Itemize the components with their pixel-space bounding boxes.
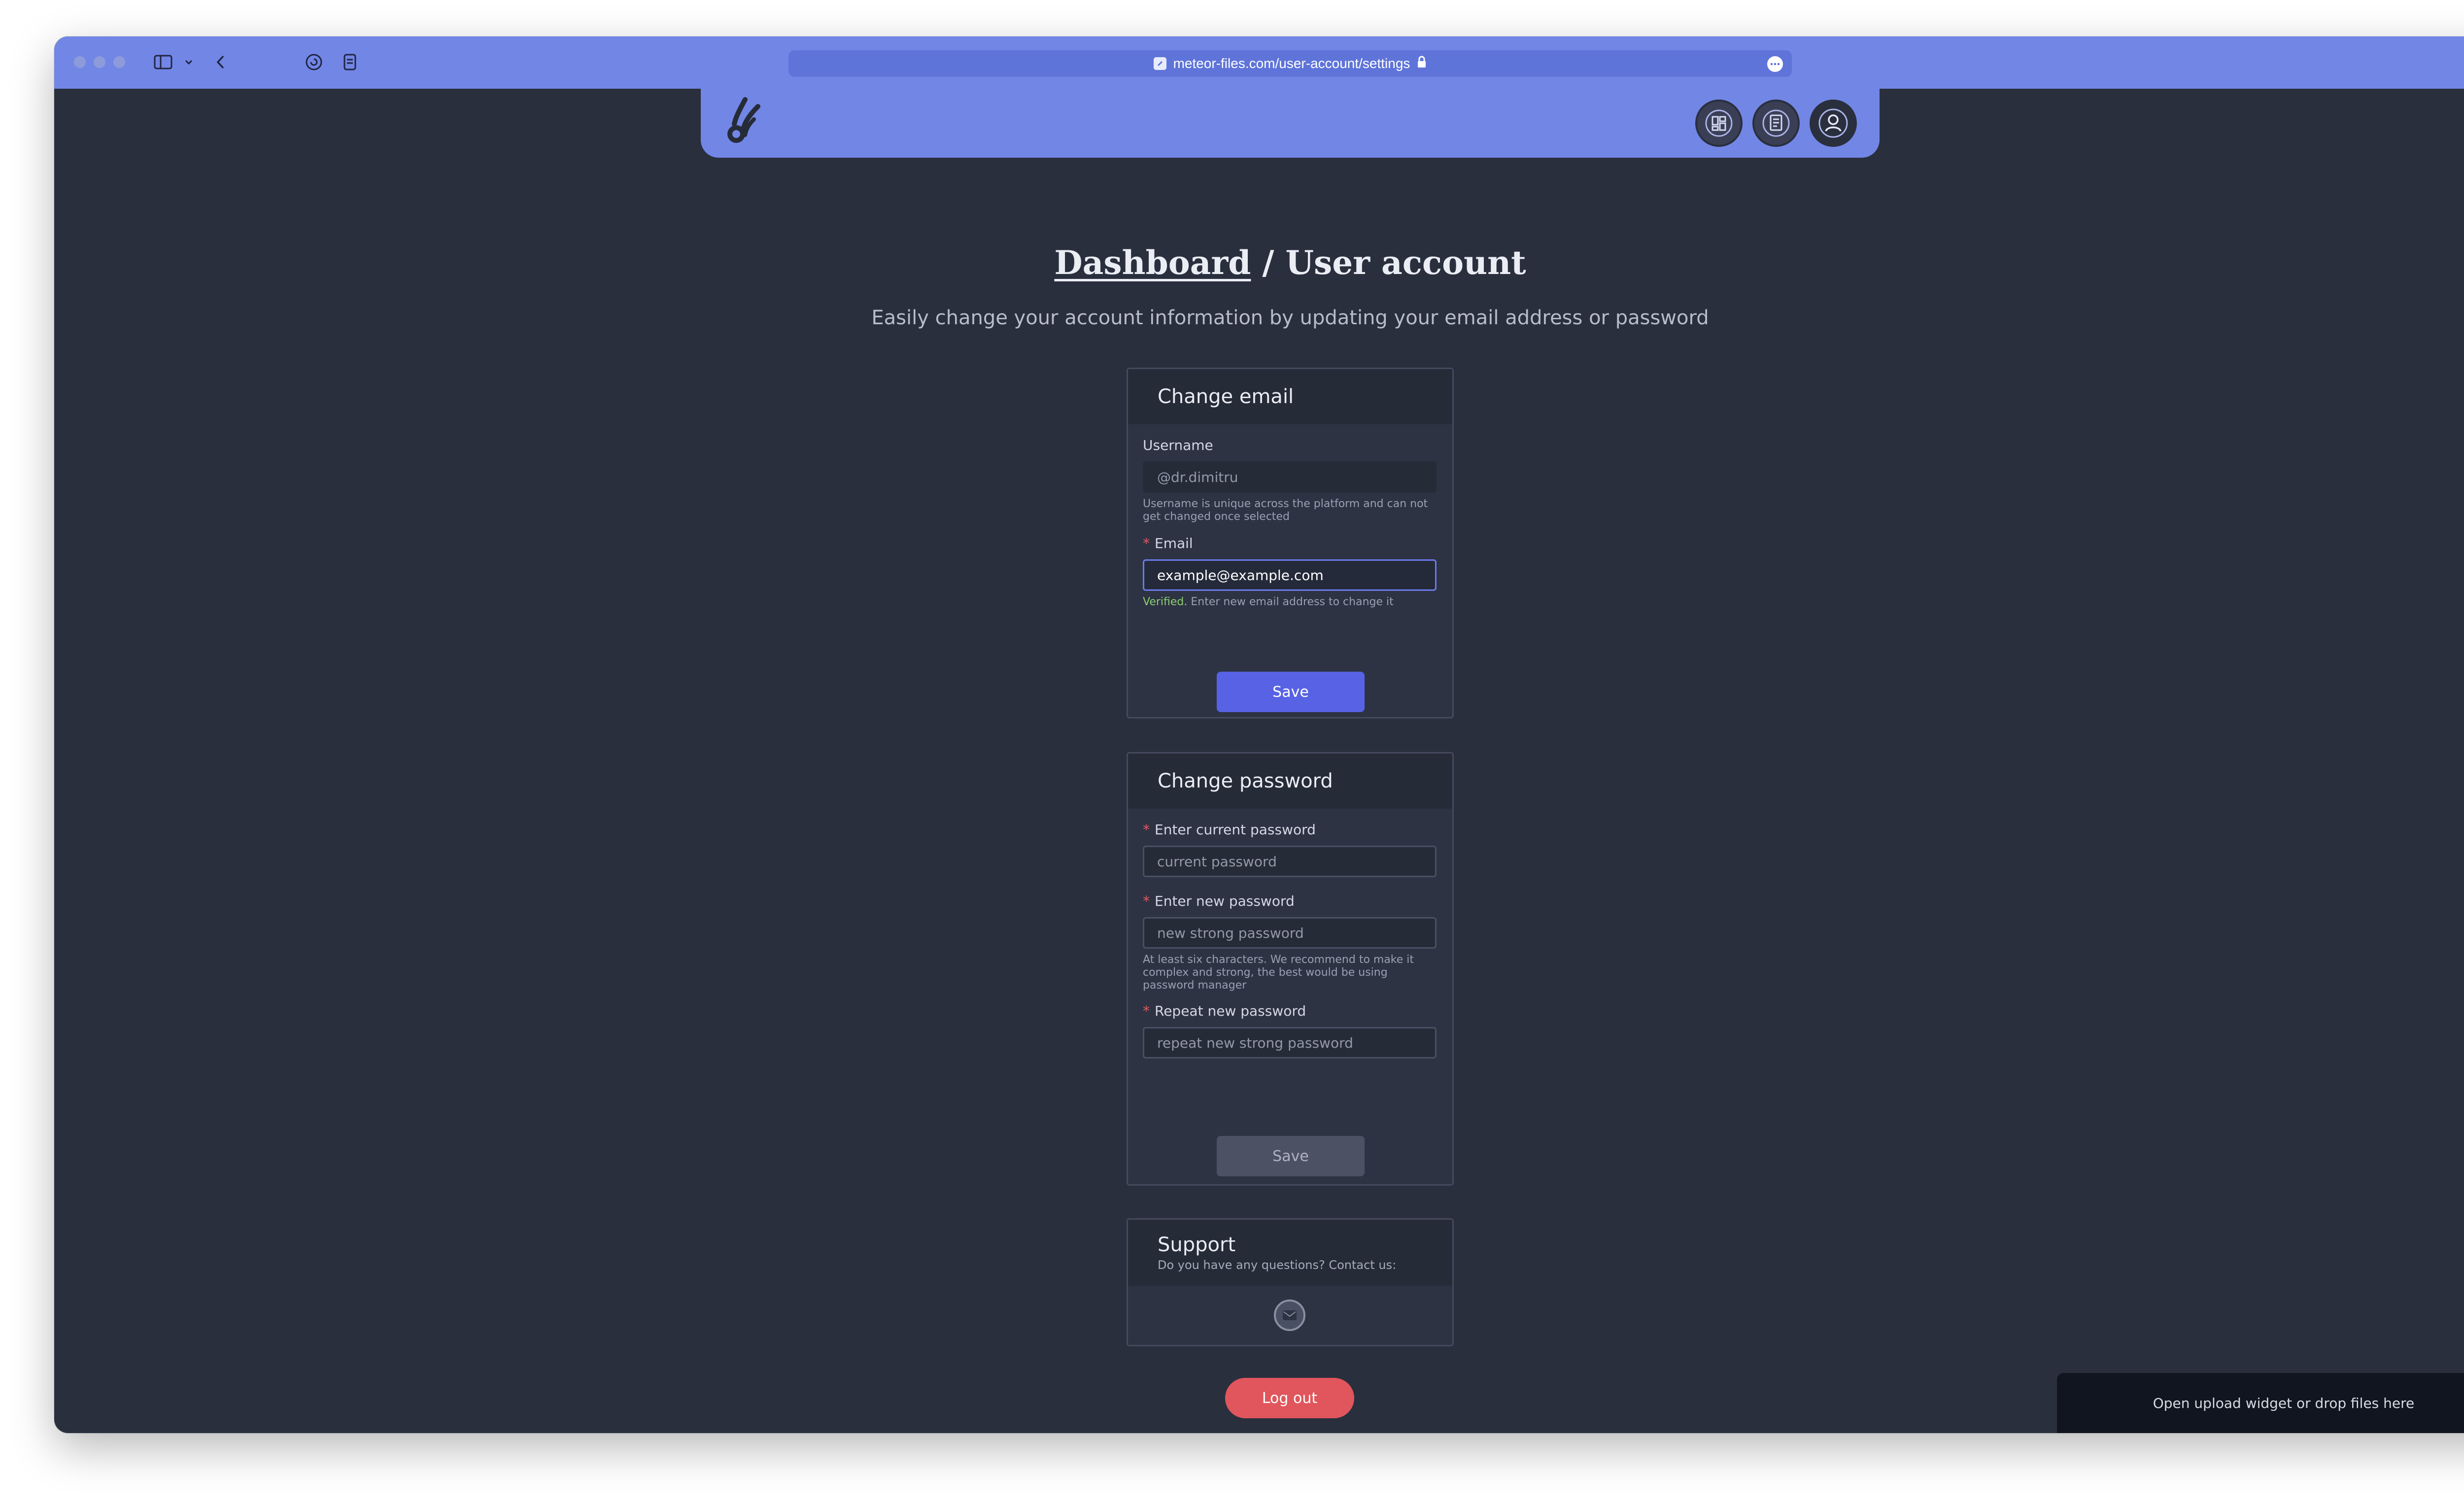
current-password-label: * Enter current password (1143, 821, 1316, 838)
change-password-card: Change password * Enter current password … (1127, 752, 1454, 1186)
breadcrumb-dashboard-link[interactable]: Dashboard (1054, 243, 1251, 282)
browser-toolbar: meteor-files.com/user-account/settings (54, 36, 2464, 89)
change-password-title: Change password (1158, 770, 1333, 792)
window-close-control[interactable] (74, 56, 86, 68)
page-subtitle: Easily change your account information b… (871, 307, 1709, 329)
reader-icon[interactable] (339, 48, 361, 76)
support-card: Support Do you have any questions? Conta… (1127, 1218, 1454, 1346)
breadcrumb-separator: / (1251, 243, 1286, 282)
user-icon[interactable] (1810, 100, 1857, 147)
username-field (1143, 461, 1437, 493)
change-email-form: Username Username is unique across the p… (1128, 424, 1452, 712)
privacy-report-icon[interactable] (302, 48, 326, 76)
change-email-title: Change email (1158, 385, 1294, 408)
upload-widget[interactable]: Open upload widget or drop files here (2057, 1373, 2464, 1433)
email-hint: Verified. Enter new email address to cha… (1143, 596, 1394, 608)
support-body (1128, 1286, 1452, 1345)
back-icon[interactable] (211, 48, 231, 76)
browser-window: meteor-files.com/user-account/settings D… (54, 36, 2464, 1433)
address-bar[interactable]: meteor-files.com/user-account/settings (788, 50, 1792, 77)
new-password-field[interactable] (1143, 917, 1437, 949)
support-description: Do you have any questions? Contact us: (1158, 1258, 1397, 1272)
dashboard-grid-icon[interactable] (1695, 100, 1743, 147)
repeat-password-field[interactable] (1143, 1027, 1437, 1059)
change-password-header: Change password (1128, 753, 1452, 809)
site-favicon-icon (1153, 57, 1166, 70)
support-title: Support (1158, 1233, 1236, 1256)
repeat-password-label: * Repeat new password (1143, 1003, 1306, 1019)
mail-icon[interactable] (1274, 1300, 1305, 1331)
save-email-button[interactable]: Save (1217, 672, 1365, 712)
address-bar-url: meteor-files.com/user-account/settings (1173, 56, 1410, 71)
email-field[interactable] (1143, 559, 1437, 591)
window-zoom-control[interactable] (113, 56, 125, 68)
lock-icon (1417, 56, 1427, 72)
change-email-card: Change email Username Username is unique… (1127, 368, 1454, 718)
window-minimize-control[interactable] (94, 56, 105, 68)
change-email-header: Change email (1128, 369, 1452, 424)
support-header: Support Do you have any questions? Conta… (1128, 1220, 1452, 1286)
page-title: Dashboard / User account (54, 243, 2464, 282)
username-label: Username (1143, 437, 1213, 453)
email-verified-status: Verified. (1143, 596, 1188, 608)
current-password-field[interactable] (1143, 846, 1437, 877)
chevron-down-icon[interactable] (181, 48, 196, 76)
username-hint: Username is unique across the platform a… (1143, 498, 1428, 523)
new-password-hint: At least six characters. We recommend to… (1143, 954, 1414, 992)
logout-button[interactable]: Log out (1225, 1378, 1354, 1418)
meteor-logo-icon[interactable] (719, 96, 767, 149)
email-label: * Email (1143, 535, 1193, 551)
sidebar-toggle-icon[interactable] (151, 48, 175, 76)
change-password-form: * Enter current password * Enter new passw… (1128, 809, 1452, 1176)
app-header (701, 89, 1880, 158)
document-icon[interactable] (1752, 100, 1800, 147)
save-password-button[interactable]: Save (1217, 1136, 1365, 1176)
page-options-icon[interactable] (1767, 56, 1783, 72)
new-password-label: * Enter new password (1143, 893, 1295, 909)
breadcrumb-current: User account (1285, 243, 1526, 282)
